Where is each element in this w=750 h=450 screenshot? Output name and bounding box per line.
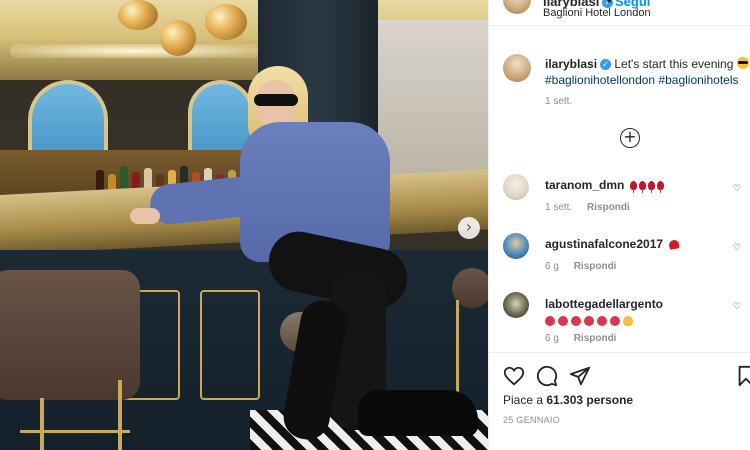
rose-emoji-icon <box>628 178 664 193</box>
reply-button[interactable]: Rispondi <box>574 261 617 272</box>
sunglasses <box>254 94 298 106</box>
clap-emoji-icon <box>623 316 633 326</box>
comment-username[interactable]: taranom_dmn <box>545 178 624 192</box>
post-actions: Piace a 61.303 persone 25 GENNAIO <box>489 352 750 450</box>
comment-icon[interactable] <box>536 365 558 387</box>
likes-count[interactable]: Piace a 61.303 persone <box>503 393 633 407</box>
stool-ring <box>20 430 130 433</box>
comment-text: agustinafalcone2017 <box>545 237 681 251</box>
caption-username[interactable]: ilaryblasi <box>545 57 597 71</box>
caption-timestamp[interactable]: 1 sett. <box>545 96 572 107</box>
ceiling-light <box>10 44 260 58</box>
red-heart-emoji-icon <box>668 239 681 250</box>
heart-icon[interactable]: ♡ <box>733 243 741 253</box>
heart-icon[interactable] <box>503 365 525 387</box>
face-emoji-icon <box>545 314 623 328</box>
glass-shelves <box>378 20 488 190</box>
verified-badge-icon: ✓ <box>600 59 612 71</box>
reply-button[interactable]: Rispondi <box>587 202 630 213</box>
bookmark-icon[interactable] <box>735 365 750 387</box>
comment-item: taranom_dmn 1 sett. Rispondi ♡ <box>503 174 743 224</box>
avatar[interactable] <box>503 233 529 259</box>
avatar[interactable] <box>503 292 529 318</box>
post-side-panel: ilaryblasi ✓ • Segui Baglioni Hotel Londo… <box>488 0 750 450</box>
heart-icon[interactable]: ♡ <box>733 302 741 312</box>
location-link[interactable]: Baglioni Hotel London <box>543 7 651 19</box>
comment-text: labottegadellargento <box>545 296 663 330</box>
comment-meta: 6 g Rispondi <box>545 261 616 272</box>
share-icon[interactable] <box>569 365 591 387</box>
plus-circle-icon[interactable]: + <box>620 128 640 148</box>
caption-body: Let's start this evening <box>614 57 734 71</box>
caption-text: ilaryblasi ✓ Let's start this evening #ba… <box>545 56 750 88</box>
comment-time[interactable]: 1 sett. <box>545 202 572 213</box>
comment-item: labottegadellargento 6 g Rispondi ♡ <box>503 292 743 348</box>
avatar[interactable] <box>503 54 531 82</box>
heart-icon[interactable]: ♡ <box>733 184 741 194</box>
avatar[interactable] <box>503 0 531 14</box>
comment-time[interactable]: 6 g <box>545 333 559 344</box>
comment-meta: 6 g Rispondi <box>545 333 616 344</box>
black-boot <box>358 390 478 436</box>
post-date[interactable]: 25 GENNAIO <box>503 415 560 425</box>
reply-button[interactable]: Rispondi <box>574 333 617 344</box>
comment-meta: 1 sett. Rispondi <box>545 202 630 213</box>
comment-username[interactable]: labottegadellargento <box>545 297 663 311</box>
comment-item: agustinafalcone2017 6 g Rispondi ♡ <box>503 233 743 283</box>
likes-number[interactable]: 61.303 persone <box>546 393 633 407</box>
stool-leg <box>40 398 44 450</box>
pendant-lamp <box>205 4 247 40</box>
likes-prefix: Piace a <box>503 393 547 407</box>
comment-time[interactable]: 6 g <box>545 261 559 272</box>
woman-hand <box>130 208 160 224</box>
sunglasses-emoji-icon <box>736 57 749 69</box>
pendant-lamp <box>118 0 158 30</box>
pendant-lamp <box>160 20 196 56</box>
comment-text: taranom_dmn <box>545 178 664 193</box>
comment-username[interactable]: agustinafalcone2017 <box>545 237 663 251</box>
post-header: ilaryblasi ✓ • Segui Baglioni Hotel Londo… <box>489 0 750 26</box>
chevron-right-icon[interactable]: › <box>458 217 480 239</box>
caption-hashtags[interactable]: #baglionihotellondon #baglionihotels <box>545 73 739 87</box>
stool-leg <box>118 380 122 450</box>
avatar[interactable] <box>503 174 529 200</box>
post-photo[interactable]: › <box>0 0 488 450</box>
